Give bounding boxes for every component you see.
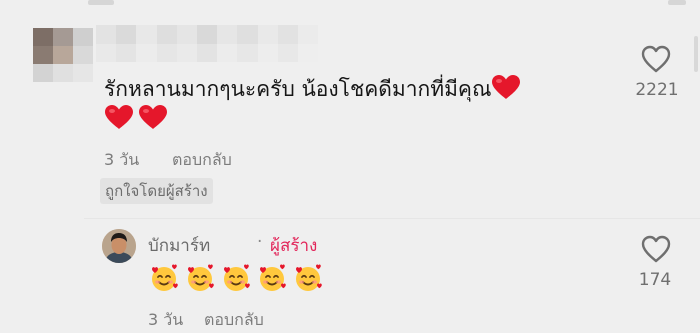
pixel-block [116,25,137,44]
avatar[interactable] [102,229,136,263]
smiling-face-with-hearts-emoji [256,262,292,298]
previous-comment-remnant [668,0,686,5]
creator-tag: ผู้สร้าง [270,236,318,256]
red-heart-emoji [138,104,168,134]
pixel-block [33,64,53,82]
reply-date: 3 วัน [148,310,184,329]
comment-date: 3 วัน [104,150,140,169]
reply-emoji-row [148,262,328,298]
pixel-block [73,46,93,64]
pixel-block [53,64,73,82]
pixel-block [96,43,117,62]
liked-by-creator-badge: ถูกใจโดยผู้สร้าง [100,178,213,204]
scroll-indicator[interactable] [694,36,698,72]
pixel-block [176,25,197,44]
pixel-block [277,43,298,62]
avatar-blurred[interactable] [33,28,93,82]
pixel-block [33,46,53,64]
separator-dot: · [257,232,263,252]
pixel-block [96,25,117,44]
red-heart-emoji [491,74,521,107]
divider [84,218,700,219]
pixel-block [297,43,319,62]
smiling-face-with-hearts-emoji [292,262,328,298]
pixel-block [237,25,258,44]
comment-body: รักหลานมากๆนะครับ น้องโชคดีมากที่มีคุณ [104,77,492,101]
pixel-block [196,43,218,62]
comment-text: รักหลานมากๆนะครับ น้องโชคดีมากที่มีคุณ [104,74,521,107]
heart-outline-icon[interactable] [640,234,672,268]
pixel-block [257,25,278,44]
username-blurred[interactable] [96,25,319,62]
comment-emoji-row [104,104,172,134]
pixel-block [136,43,157,62]
pixel-block [217,25,238,44]
pixel-block [136,25,157,44]
smiling-face-with-hearts-emoji [184,262,220,298]
comment-like-count: 2221 [635,80,679,100]
reply-like-count: 174 [638,270,672,290]
smiling-face-with-hearts-emoji [148,262,184,298]
pixel-block [53,46,73,64]
previous-comment-remnant [88,0,114,5]
pixel-block [116,43,137,62]
pixel-block [217,43,238,62]
pixel-block [257,43,278,62]
pixel-block [156,25,177,44]
reply-reply-button[interactable]: ตอบกลับ [204,308,264,333]
pixel-block [73,64,93,82]
reply-username[interactable]: บักมาร์ท [148,232,210,259]
red-heart-emoji [104,104,134,134]
pixel-block [277,25,298,44]
pixel-block [73,28,93,46]
smiling-face-with-hearts-emoji [220,262,256,298]
comment-reply-button[interactable]: ตอบกลับ [172,148,232,173]
pixel-block [237,43,258,62]
pixel-block [53,28,73,46]
pixel-block [176,43,197,62]
heart-outline-icon[interactable] [640,44,672,78]
pixel-block [297,25,319,44]
pixel-block [156,43,177,62]
pixel-block [196,25,218,44]
pixel-block [33,28,53,46]
